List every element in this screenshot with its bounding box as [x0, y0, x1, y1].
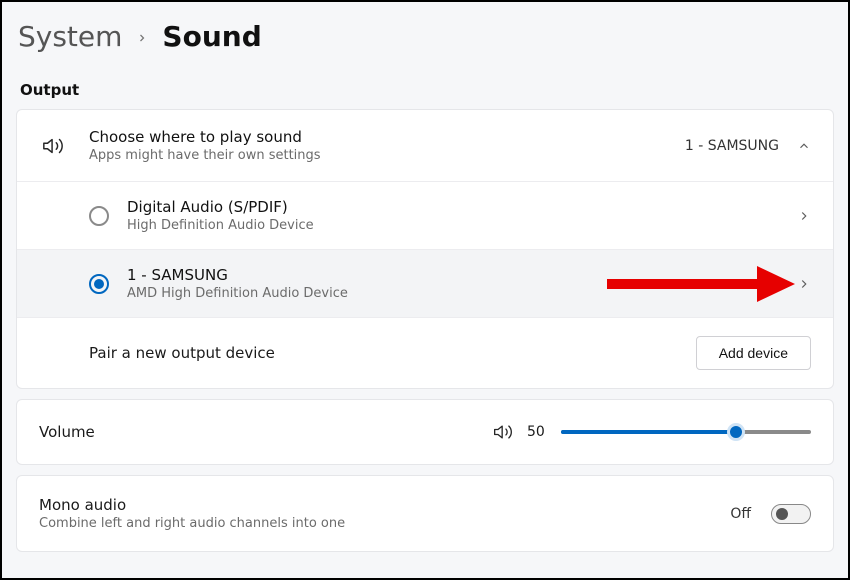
output-option-subtitle: High Definition Audio Device — [127, 218, 797, 233]
page-title: Sound — [162, 20, 261, 53]
volume-value: 50 — [527, 424, 547, 440]
add-device-button[interactable]: Add device — [696, 336, 811, 370]
pair-device-row: Pair a new output device Add device — [17, 317, 833, 388]
speaker-icon — [39, 135, 67, 157]
chevron-up-icon[interactable] — [797, 139, 811, 153]
volume-card: Volume 50 — [16, 399, 834, 465]
mono-toggle[interactable] — [771, 504, 811, 524]
output-option-samsung[interactable]: 1 - SAMSUNG AMD High Definition Audio De… — [17, 249, 833, 317]
output-option-title: 1 - SAMSUNG — [127, 266, 797, 284]
chevron-right-icon[interactable] — [797, 277, 811, 291]
chevron-right-icon[interactable] — [797, 209, 811, 223]
choose-output-subtitle: Apps might have their own settings — [89, 148, 685, 163]
mono-state-label: Off — [730, 506, 751, 522]
breadcrumb: System Sound — [16, 20, 834, 53]
output-option-subtitle: AMD High Definition Audio Device — [127, 286, 797, 301]
breadcrumb-parent[interactable]: System — [18, 20, 122, 53]
output-option-spdif[interactable]: Digital Audio (S/PDIF) High Definition A… — [17, 181, 833, 249]
radio-checked-icon[interactable] — [89, 274, 109, 294]
current-output-value: 1 - SAMSUNG — [685, 138, 779, 154]
speaker-icon[interactable] — [493, 422, 513, 442]
mono-title: Mono audio — [39, 496, 716, 514]
radio-unchecked-icon[interactable] — [89, 206, 109, 226]
choose-output-title: Choose where to play sound — [89, 128, 685, 146]
output-device-card: Choose where to play sound Apps might ha… — [16, 109, 834, 389]
output-section-label: Output — [20, 81, 834, 99]
mono-audio-card: Mono audio Combine left and right audio … — [16, 475, 834, 552]
pair-device-label: Pair a new output device — [89, 344, 696, 362]
mono-subtitle: Combine left and right audio channels in… — [39, 516, 716, 531]
output-option-title: Digital Audio (S/PDIF) — [127, 198, 797, 216]
toggle-knob-icon — [776, 508, 788, 520]
chevron-right-icon — [136, 25, 148, 49]
volume-label: Volume — [39, 423, 479, 441]
volume-slider[interactable] — [561, 422, 811, 442]
choose-output-row[interactable]: Choose where to play sound Apps might ha… — [17, 110, 833, 181]
